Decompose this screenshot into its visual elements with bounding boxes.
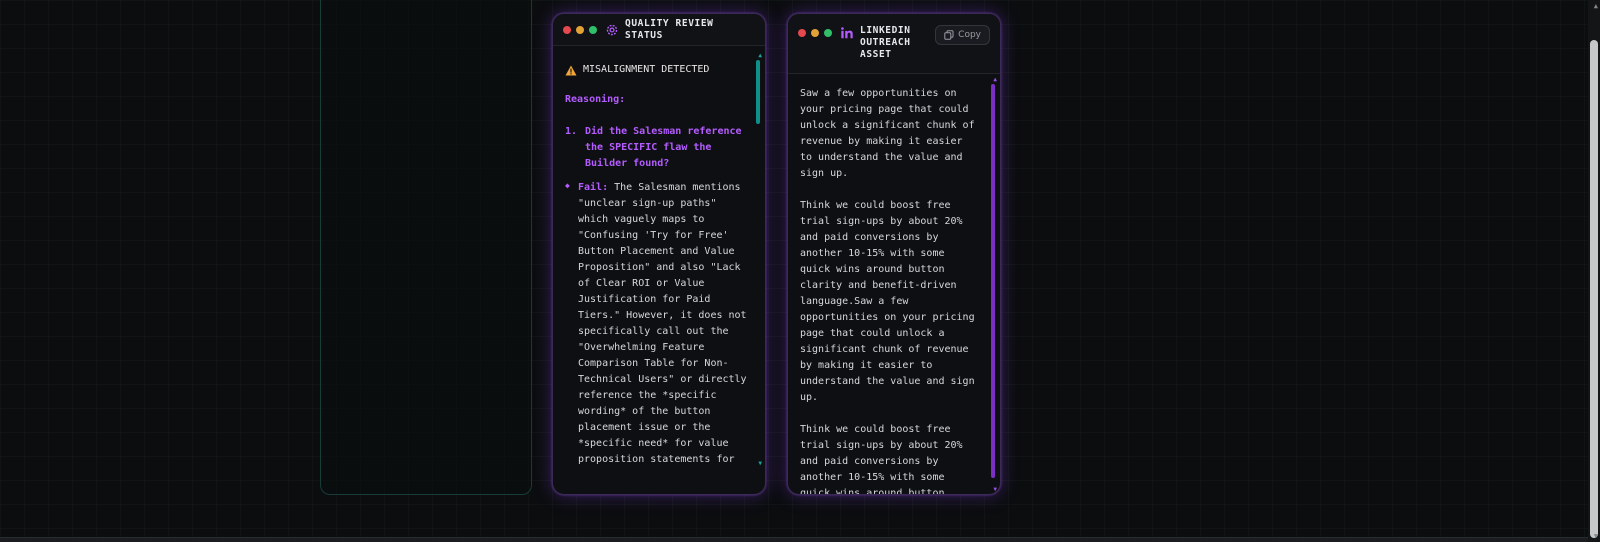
linkedin-card-title: LINKEDIN OUTREACH ASSET [860, 25, 911, 60]
fail-text: The Salesman mentions "unclear sign-up p… [578, 182, 747, 465]
scroll-down-arrow-icon[interactable]: ▼ [993, 486, 997, 493]
scroll-up-arrow-icon[interactable]: ▲ [758, 52, 762, 59]
window-dots [798, 29, 832, 37]
linkedin-card-header: LINKEDIN OUTREACH ASSET Copy [788, 14, 1000, 74]
fail-label: Fail: [578, 182, 609, 193]
copy-icon [944, 30, 954, 40]
copy-label: Copy [958, 30, 981, 40]
maximize-dot[interactable] [824, 29, 832, 37]
quality-review-card: QUALITY REVIEW STATUS MISALIGNMENT DETEC… [552, 13, 766, 495]
diamond-bullet-icon: ◆ [565, 181, 570, 190]
maximize-dot[interactable] [589, 25, 597, 34]
question-item: 1. Did the Salesman reference the SPECIF… [565, 124, 749, 172]
scroll-down-arrow-icon[interactable]: ▼ [758, 460, 762, 467]
linkedin-card-body[interactable]: Saw a few opportunities on your pricing … [788, 74, 1000, 494]
linkedin-scrollbar-thumb[interactable] [991, 84, 995, 478]
question-text: Did the Salesman reference the SPECIFIC … [585, 126, 742, 169]
fail-content: Fail: The Salesman mentions "unclear sig… [578, 180, 749, 468]
message-paragraph: Saw a few opportunities on your pricing … [800, 88, 981, 179]
quality-card-header: QUALITY REVIEW STATUS [553, 14, 765, 46]
fail-item: ◆ Fail: The Salesman mentions "unclear s… [565, 180, 749, 468]
bottom-bar [0, 537, 1588, 542]
linkedin-icon [841, 27, 853, 39]
message-paragraph: Think we could boost free trial sign-ups… [800, 200, 981, 403]
close-dot[interactable] [563, 25, 571, 34]
warning-icon [565, 65, 577, 75]
status-text: MISALIGNMENT DETECTED [583, 64, 710, 75]
question-number: 1. [565, 126, 578, 137]
close-dot[interactable] [798, 29, 806, 37]
page-scroll-down-icon[interactable]: ▼ [1594, 532, 1598, 540]
reasoning-label: Reasoning: [565, 94, 626, 105]
empty-side-panel [320, 0, 532, 495]
page-scroll-up-icon[interactable]: ▲ [1594, 2, 1598, 10]
window-dots [563, 25, 597, 34]
status-row: MISALIGNMENT DETECTED [565, 62, 749, 78]
message-paragraph: Think we could boost free trial sign-ups… [800, 424, 963, 495]
scroll-up-arrow-icon[interactable]: ▲ [993, 76, 997, 83]
gear-icon [606, 24, 618, 35]
minimize-dot[interactable] [811, 29, 819, 37]
copy-button[interactable]: Copy [935, 25, 990, 45]
linkedin-outreach-card: LINKEDIN OUTREACH ASSET Copy Saw a few o… [787, 13, 1001, 495]
minimize-dot[interactable] [576, 25, 584, 34]
quality-card-title: QUALITY REVIEW STATUS [625, 17, 714, 41]
page-scrollbar-thumb[interactable] [1590, 40, 1598, 538]
page-scrollbar[interactable]: ▲ ▼ [1588, 0, 1600, 542]
quality-scrollbar-thumb[interactable] [756, 60, 760, 124]
quality-card-body[interactable]: MISALIGNMENT DETECTED Reasoning: 1. Did … [553, 46, 765, 494]
